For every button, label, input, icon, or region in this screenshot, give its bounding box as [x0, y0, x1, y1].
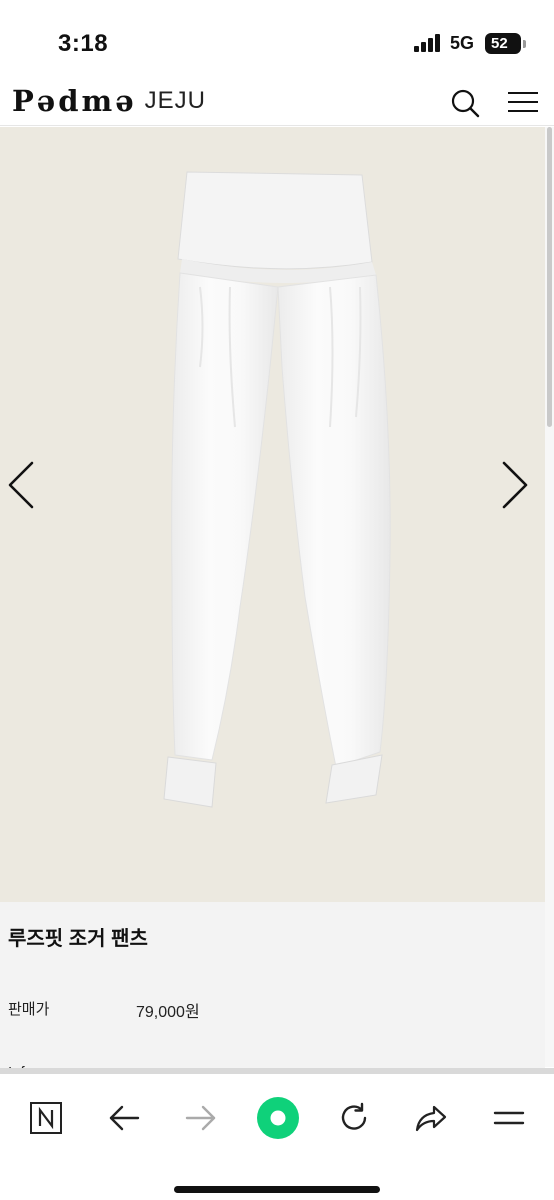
signal-icon — [414, 34, 442, 52]
search-icon[interactable] — [450, 88, 480, 118]
product-image-gallery[interactable] — [0, 127, 545, 902]
status-bar: 3:18 5G 52 — [0, 0, 554, 80]
page-scrollbar[interactable] — [545, 127, 554, 1067]
green-dot-icon[interactable] — [256, 1096, 300, 1140]
chevron-left-icon[interactable] — [6, 459, 36, 511]
forward-arrow-icon[interactable] — [181, 1098, 221, 1138]
share-icon[interactable] — [411, 1098, 451, 1138]
n-home-icon[interactable] — [26, 1098, 66, 1138]
product-image — [163, 171, 391, 808]
browser-toolbar — [0, 1068, 554, 1200]
logo-sub: JEJU — [144, 87, 207, 114]
back-arrow-icon[interactable] — [104, 1098, 144, 1138]
battery-icon: 52 — [485, 33, 521, 54]
hamburger-menu-icon[interactable] — [508, 90, 540, 114]
price-label: 판매가 — [8, 1001, 50, 1018]
site-header: Pədmə JEJU — [0, 80, 554, 126]
product-name: 루즈핏 조거 팬츠 — [8, 928, 148, 950]
menu-icon[interactable] — [489, 1098, 529, 1138]
refresh-icon[interactable] — [334, 1098, 374, 1138]
chevron-right-icon[interactable] — [500, 459, 530, 511]
scrollbar-thumb[interactable] — [547, 127, 552, 427]
status-time: 3:18 — [58, 30, 109, 57]
battery-level: 52 — [491, 35, 508, 52]
logo-mark: Pədmə — [12, 84, 137, 118]
price-value: 79,000원 — [136, 1004, 200, 1021]
home-indicator — [174, 1186, 380, 1193]
product-info: 루즈핏 조거 팬츠 판매가 79,000원 Info — [0, 902, 545, 1073]
battery-tip — [523, 40, 526, 48]
network-type: 5G — [450, 33, 475, 53]
logo[interactable]: Pədmə JEJU — [12, 84, 206, 118]
